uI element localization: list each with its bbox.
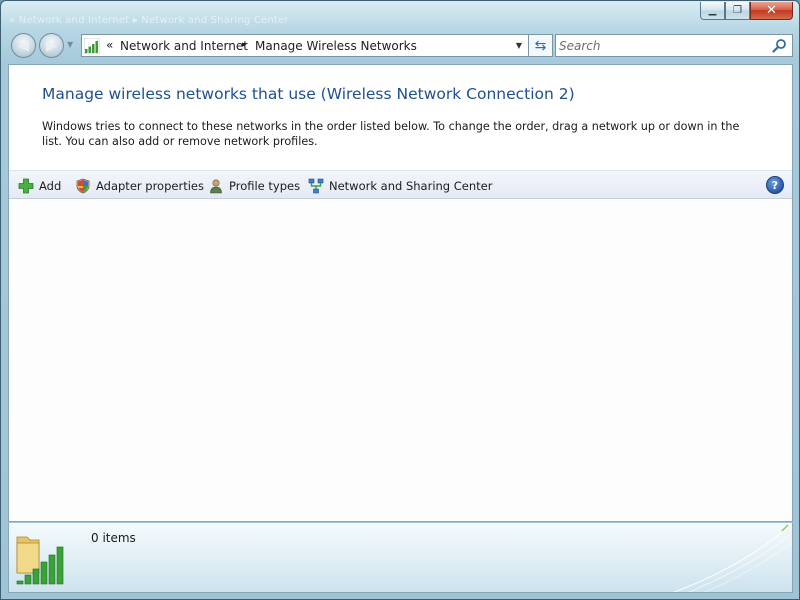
page-description: Windows tries to connect to these networ…: [42, 120, 740, 148]
user-icon: [210, 178, 222, 193]
close-button[interactable]: ✕: [750, 2, 793, 20]
command-bar: Add Adapter properties Profile types Net…: [9, 170, 792, 199]
adapter-properties-button[interactable]: Adapter properties: [75, 176, 204, 195]
caption-buttons: ▁ ❐ ✕: [700, 2, 793, 20]
add-icon: [18, 178, 34, 193]
network-and-sharing-center-label: Network and Sharing Center: [329, 178, 493, 193]
back-arrow-icon: ◀: [18, 37, 29, 54]
network-and-sharing-center-button[interactable]: Network and Sharing Center: [308, 176, 492, 195]
search-input[interactable]: [559, 37, 764, 54]
breadcrumb-separator-icon[interactable]: ▸: [242, 40, 247, 50]
forward-arrow-icon: ▶: [46, 37, 57, 54]
window-title: « Network and Internet ▸ Network and Sha…: [9, 15, 289, 26]
folder-signal-icon: [16, 536, 64, 585]
search-icon[interactable]: [772, 38, 787, 53]
help-icon: ?: [771, 178, 779, 192]
profile-types-label: Profile types: [229, 178, 301, 193]
recent-pages-dropdown[interactable]: ▼: [67, 40, 73, 49]
help-button[interactable]: ?: [766, 176, 784, 194]
navigation-row: ◀ ▶ ▼ « Network and Internet ▸ Manage Wi…: [9, 32, 793, 60]
content-panel: Manage wireless networks that use (Wirel…: [8, 64, 793, 522]
address-overflow-chevron[interactable]: «: [106, 38, 113, 52]
item-count: 0 items: [91, 531, 136, 545]
title-bar[interactable]: « Network and Internet ▸ Network and Sha…: [1, 1, 799, 31]
maximize-button[interactable]: ❐: [725, 2, 750, 20]
details-pane: 0 items: [8, 523, 793, 593]
search-box[interactable]: [555, 34, 793, 57]
adapter-properties-label: Adapter properties: [96, 178, 204, 193]
address-dropdown-button[interactable]: ▼: [510, 35, 528, 56]
breadcrumb-network-and-internet[interactable]: Network and Internet: [120, 39, 248, 53]
explorer-window: « Network and Internet ▸ Network and Sha…: [0, 0, 800, 600]
forward-button[interactable]: ▶: [39, 33, 64, 58]
add-button-label: Add: [39, 178, 62, 193]
add-button[interactable]: Add: [18, 176, 61, 195]
breadcrumb-manage-wireless-networks[interactable]: Manage Wireless Networks: [255, 39, 417, 53]
shield-icon: [76, 178, 90, 193]
signal-bars-icon: [84, 38, 100, 54]
minimize-button[interactable]: ▁: [700, 2, 725, 20]
address-bar[interactable]: « Network and Internet ▸ Manage Wireless…: [81, 34, 529, 57]
refresh-button[interactable]: ⇆: [529, 34, 553, 57]
page-title: Manage wireless networks that use (Wirel…: [42, 85, 575, 103]
decorative-swoosh: [672, 524, 792, 592]
refresh-icon: ⇆: [534, 37, 547, 54]
profile-types-button[interactable]: Profile types: [208, 176, 300, 195]
wireless-network-list[interactable]: [9, 200, 792, 521]
back-button[interactable]: ◀: [11, 33, 36, 58]
network-icon: [308, 178, 324, 193]
